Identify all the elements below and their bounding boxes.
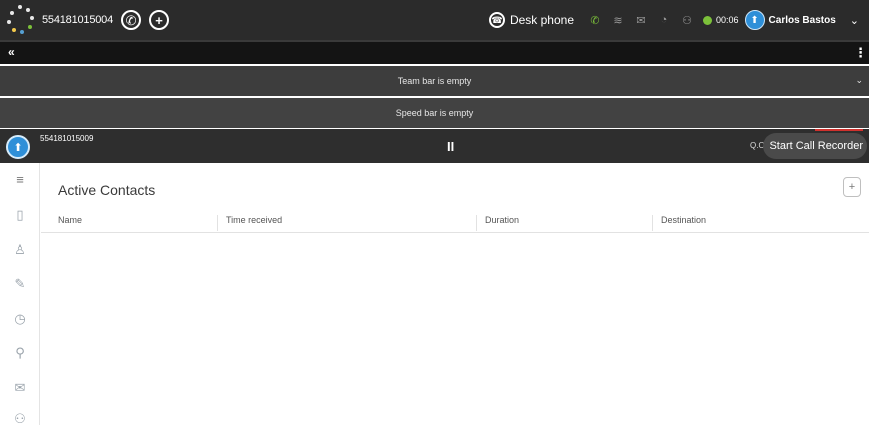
help-icon[interactable]: ◔ <box>657 13 671 27</box>
teams-icon[interactable]: ⚇ <box>0 409 40 425</box>
add-icon[interactable]: + <box>149 10 170 30</box>
history-icon[interactable]: ◷ <box>0 309 40 329</box>
table-header: Name Time received Duration Destination <box>41 211 869 233</box>
phone-dial-icon[interactable]: ✆ <box>121 10 142 30</box>
collapse-left-icon[interactable]: « <box>8 45 15 59</box>
caller-avatar: ⬆ <box>6 135 30 159</box>
recorder-indicator <box>815 129 863 131</box>
more-vertical-icon[interactable]: ⋮ <box>854 45 867 61</box>
page-title: Active Contacts <box>58 182 156 198</box>
app-logo <box>4 3 38 37</box>
start-call-recorder-button[interactable]: Start Call Recorder <box>763 133 867 159</box>
speed-bar: Speed bar is empty <box>0 98 869 128</box>
email-icon[interactable]: ✉ <box>634 13 648 27</box>
speed-bar-label: Speed bar is empty <box>395 108 474 118</box>
headset-icon: ☎ <box>488 12 505 28</box>
status-timer: 00:06 <box>716 15 739 25</box>
team-bar-label: Team bar is empty <box>397 76 472 86</box>
menu-icon[interactable]: ≡ <box>0 169 40 189</box>
column-time-received[interactable]: Time received <box>217 215 476 231</box>
avatar[interactable]: ⬆ <box>744 10 765 30</box>
own-number: 554181015004 <box>42 14 114 26</box>
active-call-bar: ⬆ 554181015009 II Q.O Start Call Recorde… <box>0 129 869 163</box>
top-bar: 554181015004 ✆ + ☎ Desk phone ✆ ≋ ✉ ◔ ⚇ … <box>0 0 869 40</box>
email-icon[interactable]: ✉ <box>0 378 40 398</box>
recorder-label: Start Call Recorder <box>769 140 863 152</box>
queue-icon[interactable]: ≋ <box>611 13 625 27</box>
search-icon[interactable]: ⚲ <box>0 343 40 363</box>
group-icon[interactable]: ⚇ <box>680 13 694 27</box>
status-icon[interactable] <box>703 15 712 25</box>
call-number: 554181015009 <box>40 134 94 143</box>
add-contact-button[interactable]: + <box>843 177 861 197</box>
team-bar: Team bar is empty ⌄ <box>0 66 869 96</box>
pause-icon[interactable]: II <box>447 139 454 154</box>
column-name[interactable]: Name <box>41 215 217 231</box>
chevron-down-icon[interactable]: ⌄ <box>850 14 859 27</box>
left-sidebar: ≡ ▯ ♙ ✎ ◷ ⚲ ✉ ⚇ <box>0 163 40 425</box>
agents-icon[interactable]: ♙ <box>0 240 40 260</box>
navigation-strip: « ⋮ <box>0 40 869 64</box>
phone-handset-icon[interactable]: ✆ <box>588 13 602 27</box>
user-name[interactable]: Carlos Bastos <box>769 15 836 26</box>
column-destination[interactable]: Destination <box>652 215 852 231</box>
chevron-down-icon[interactable]: ⌄ <box>855 75 863 86</box>
phonebook-icon[interactable]: ✎ <box>0 274 40 294</box>
desk-phone-label: Desk phone <box>509 13 574 27</box>
column-duration[interactable]: Duration <box>476 215 652 231</box>
active-contacts-panel: Active Contacts + Name Time received Dur… <box>41 163 869 425</box>
contacts-book-icon[interactable]: ▯ <box>0 205 40 225</box>
desk-phone-selector[interactable]: ☎ Desk phone <box>488 12 574 28</box>
